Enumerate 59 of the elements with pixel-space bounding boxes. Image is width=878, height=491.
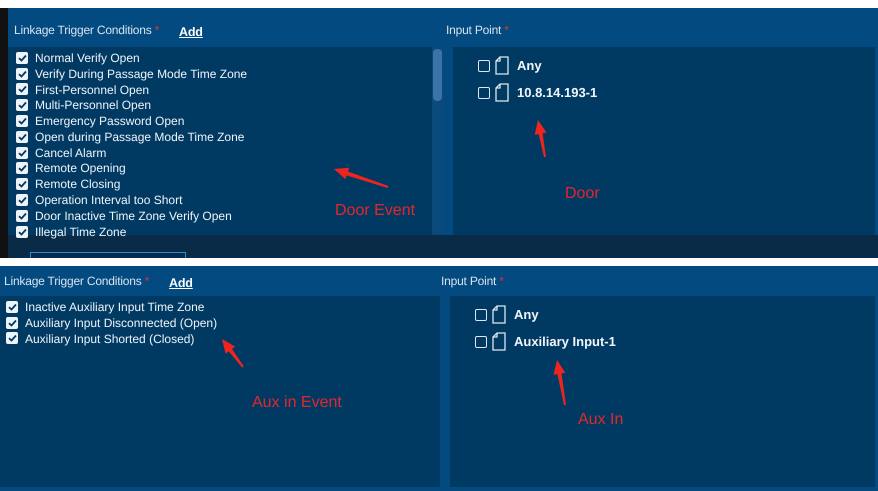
document-icon [495,56,509,75]
scrollbar[interactable] [432,47,443,235]
field-label: Input Point * [441,273,504,290]
input-point-label: Auxiliary Input-1 [514,332,616,351]
condition-label: Operation Interval too Short [35,192,182,210]
checkbox[interactable] [475,308,487,320]
condition-label: Remote Opening [35,160,126,178]
input-field[interactable] [30,252,186,258]
checkbox[interactable] [16,194,28,206]
checkbox[interactable] [16,146,28,159]
scrollbar-thumb[interactable] [433,49,442,101]
condition-label: Multi-Personnel Open [35,97,152,114]
checkbox[interactable] [6,332,18,344]
checkbox[interactable] [6,300,18,313]
add-link[interactable]: Add [179,23,203,42]
annotation-arrow [222,339,244,368]
condition-label: Auxiliary Input Disconnected (Open) [25,314,218,332]
checkbox[interactable] [16,68,28,80]
checkbox[interactable] [475,336,487,348]
condition-label: Illegal Time Zone [35,224,126,241]
annotation-text: Aux in Event [252,393,342,413]
condition-label: Verify During Passage Mode Time Zone [35,66,248,83]
condition-label: Cancel Alarm [35,144,106,162]
annotation-arrow [534,120,546,158]
checkbox[interactable] [16,226,28,238]
document-icon [495,83,509,102]
add-link[interactable]: Add [169,274,193,293]
input-point-label: 10.8.14.193-1 [517,84,598,102]
field-label: Linkage Trigger Conditions * [4,273,150,290]
condition-label: Emergency Password Open [35,113,184,130]
condition-label: Remote Closing [35,176,120,194]
checkbox[interactable] [6,316,18,329]
condition-label: Auxiliary Input Shorted (Closed) [25,330,194,348]
checkbox[interactable] [16,83,28,96]
condition-label: Normal Verify Open [35,50,140,67]
checkbox[interactable] [16,210,28,222]
condition-label: First-Personnel Open [35,82,150,98]
input-point-label: Any [517,56,542,75]
condition-label: Inactive Auxiliary Input Time Zone [25,298,204,316]
annotation-arrow [334,168,388,188]
checkbox[interactable] [478,86,490,98]
field-label: Linkage Trigger Conditions * [14,22,160,39]
condition-label: Open during Passage Mode Time Zone [35,128,244,146]
checkbox[interactable] [16,162,28,174]
checkbox[interactable] [16,99,28,112]
annotation-text: Door Event [335,201,416,221]
document-icon [492,305,506,324]
checkbox[interactable] [16,52,28,64]
checkbox[interactable] [478,60,490,72]
annotation-arrow [554,360,566,406]
checkbox[interactable] [16,130,28,143]
field-label: Input Point * [446,22,509,39]
input-point-label: Any [514,306,539,324]
annotation-text: Door [565,184,600,204]
annotation-text: Aux In [578,410,624,430]
document-icon [492,332,506,351]
condition-label: Door Inactive Time Zone Verify Open [35,208,232,225]
checkbox[interactable] [16,178,28,190]
checkbox[interactable] [16,115,28,128]
